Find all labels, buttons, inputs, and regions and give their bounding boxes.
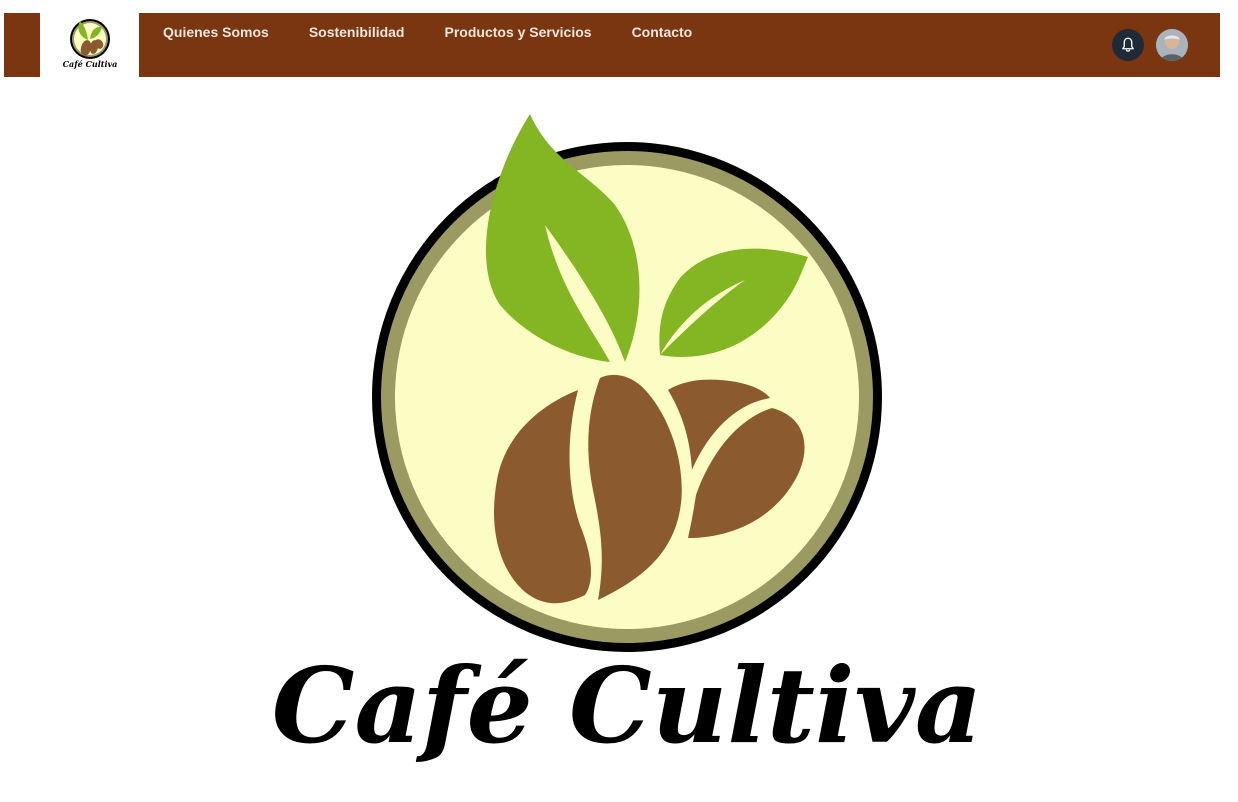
navbar-logo-text: Café Cultiva <box>63 59 118 69</box>
navbar-logo[interactable]: Café Cultiva <box>40 13 139 77</box>
nav-links: Quienes Somos Sostenibilidad Productos y… <box>163 24 732 40</box>
logo-brand-text: Café Cultiva <box>272 644 983 767</box>
cafe-cultiva-logo-small-icon: Café Cultiva <box>63 19 118 69</box>
avatar-icon <box>1156 29 1188 61</box>
top-navbar: Café Cultiva Quienes Somos Sostenibilida… <box>4 13 1220 77</box>
nav-item-contacto[interactable]: Contacto <box>632 24 693 40</box>
notifications-button[interactable] <box>1112 29 1144 61</box>
bell-icon <box>1122 37 1134 52</box>
nav-item-quienes-somos[interactable]: Quienes Somos <box>163 24 269 40</box>
cafe-cultiva-hero-logo: Café Cultiva <box>272 114 983 767</box>
nav-item-productos-servicios[interactable]: Productos y Servicios <box>445 24 592 40</box>
user-avatar[interactable] <box>1156 29 1188 61</box>
nav-item-sostenibilidad[interactable]: Sostenibilidad <box>309 24 405 40</box>
